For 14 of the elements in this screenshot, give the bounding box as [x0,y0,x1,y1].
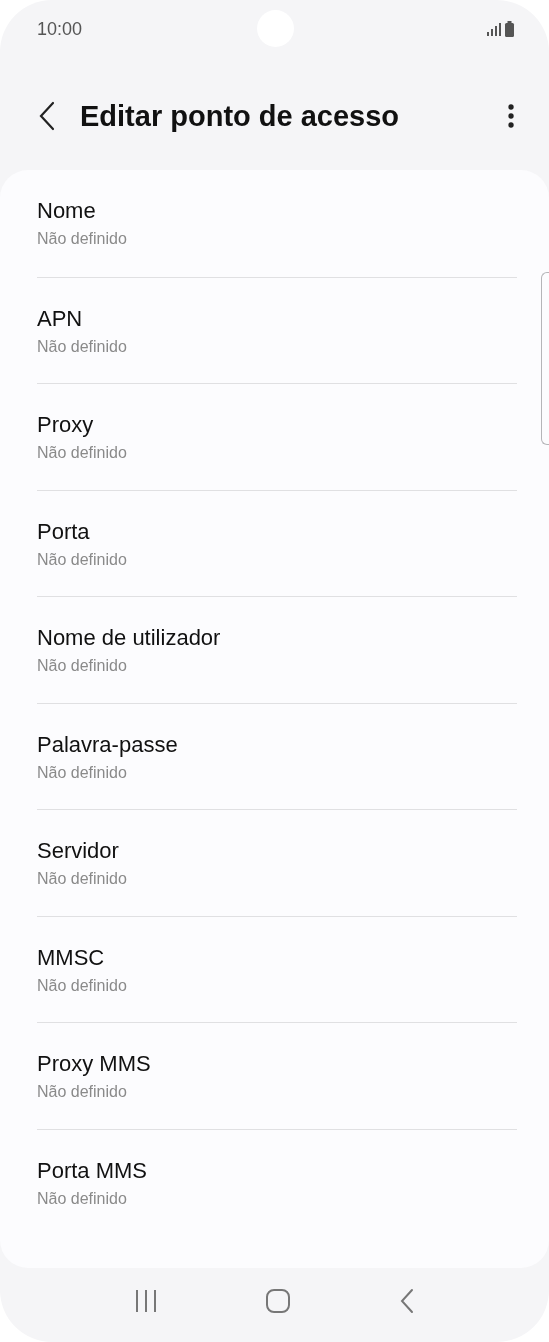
setting-item[interactable]: Porta Não definido [37,489,517,596]
setting-item[interactable]: Proxy Não definido [37,383,517,490]
setting-item[interactable]: Palavra-passe Não definido [37,702,517,809]
more-options-icon[interactable] [507,103,515,129]
setting-item[interactable]: Servidor Não definido [37,809,517,916]
page-title: Editar ponto de acesso [80,99,401,133]
setting-item[interactable]: APN Não definido [37,276,517,383]
setting-item[interactable]: Nome Não definido [37,170,517,277]
setting-item[interactable]: Nome de utilizador Não definido [37,596,517,703]
status-icons [487,21,515,37]
setting-item[interactable]: MMSC Não definido [37,915,517,1022]
setting-item[interactable]: Porta MMS Não definido [37,1128,517,1235]
setting-item[interactable]: Proxy MMS Não definido [37,1022,517,1129]
status-time: 10:00 [37,18,83,40]
